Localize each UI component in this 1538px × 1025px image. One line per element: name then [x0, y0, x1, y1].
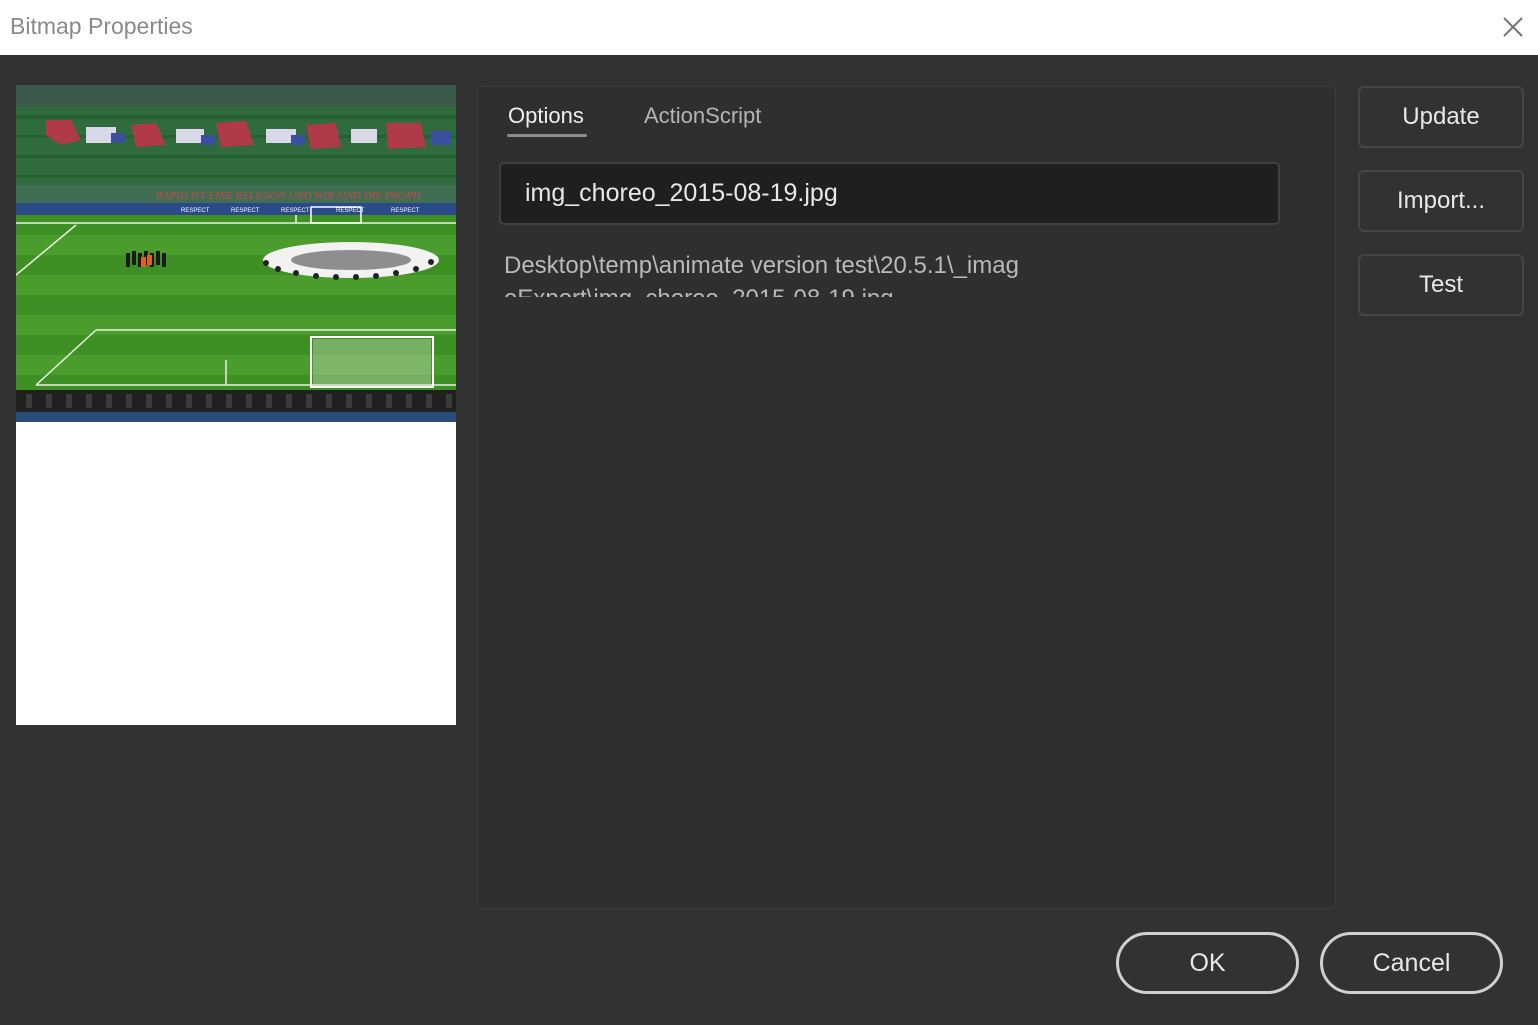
- tab-options[interactable]: Options: [508, 103, 584, 129]
- import-button[interactable]: Import...: [1358, 170, 1524, 232]
- close-icon[interactable]: [1497, 11, 1529, 43]
- test-button[interactable]: Test: [1358, 254, 1524, 316]
- cancel-button[interactable]: Cancel: [1320, 932, 1503, 994]
- svg-text:RESPECT: RESPECT: [231, 208, 260, 214]
- svg-text:RESPECT: RESPECT: [281, 208, 310, 214]
- dialog-title: Bitmap Properties: [10, 13, 193, 39]
- tab-actionscript[interactable]: ActionScript: [644, 103, 761, 129]
- file-path-label: Desktop\temp\animate version test\20.5.1…: [504, 252, 1019, 297]
- title-bar: Bitmap Properties: [0, 0, 1538, 55]
- bitmap-preview: RAPID IST EINE RELIGION UND WIR SIND DIE…: [16, 85, 456, 725]
- properties-panel: Options ActionScript Desktop\temp\animat…: [477, 86, 1336, 909]
- svg-text:RESPECT: RESPECT: [181, 208, 210, 214]
- bitmap-name-field[interactable]: [499, 162, 1280, 225]
- stadium-photo: RAPID IST EINE RELIGION UND WIR SIND DIE…: [16, 85, 456, 422]
- active-tab-indicator: [507, 134, 587, 137]
- update-button[interactable]: Update: [1358, 86, 1524, 148]
- svg-text:RESPECT: RESPECT: [391, 208, 420, 214]
- svg-text:RAPID IST EINE RELIGION UND WI: RAPID IST EINE RELIGION UND WIR SIND DIE…: [155, 190, 422, 202]
- ok-button[interactable]: OK: [1116, 932, 1299, 994]
